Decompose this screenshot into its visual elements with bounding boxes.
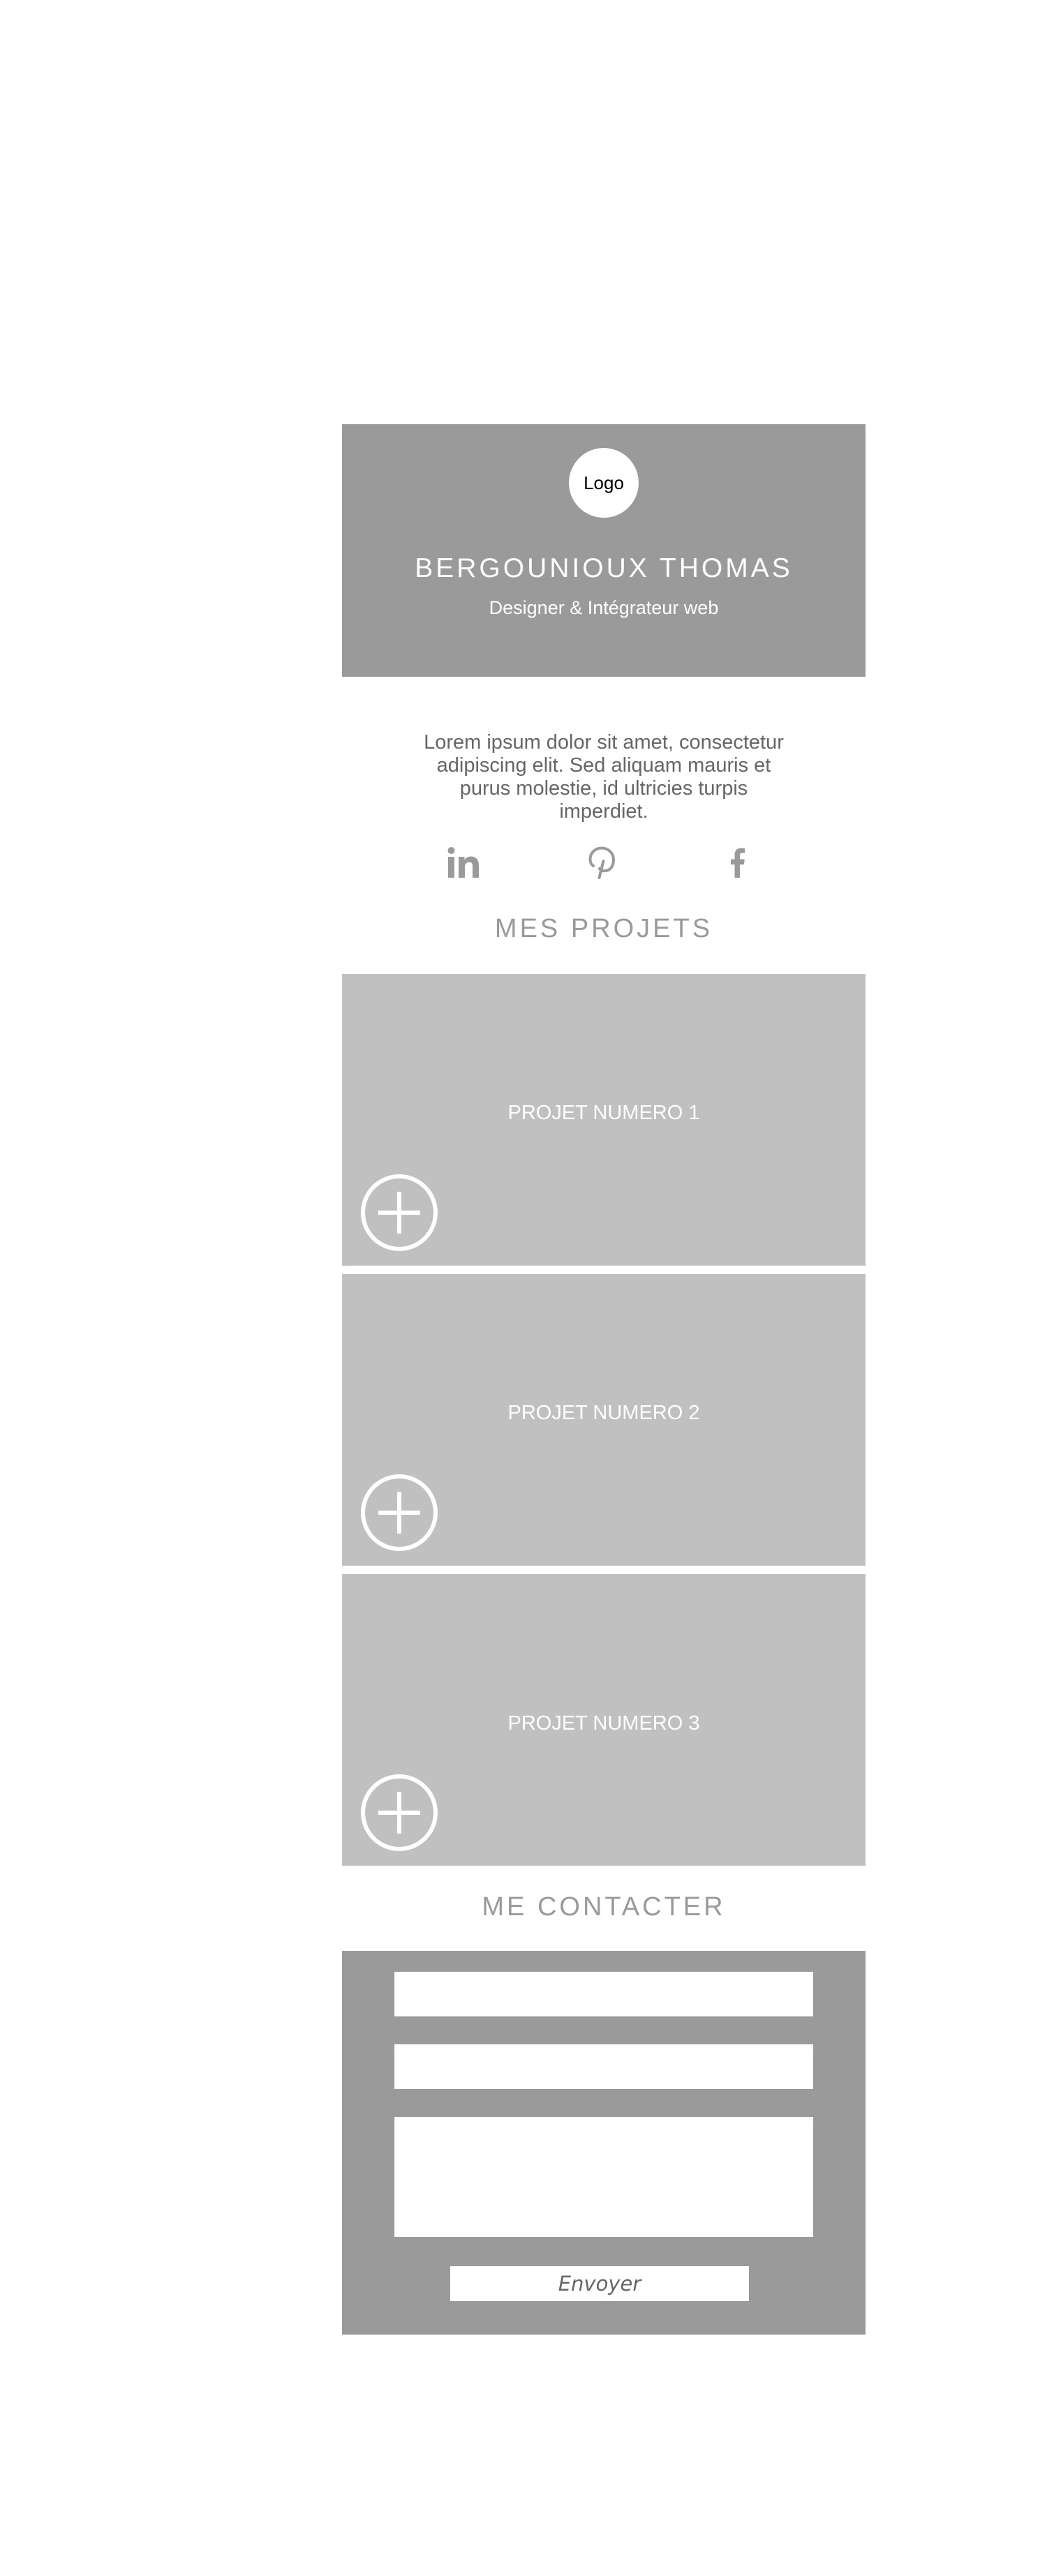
plus-circle-icon	[360, 1174, 438, 1252]
project-title: PROJET NUMERO 1	[507, 1102, 700, 1124]
linkedin-icon	[447, 846, 480, 879]
plus-circle-icon	[360, 1774, 438, 1852]
project-title: PROJET NUMERO 2	[507, 1402, 700, 1424]
email-field[interactable]	[394, 2044, 813, 2089]
intro-text: Lorem ipsum dolor sit amet, consectetur …	[424, 731, 784, 823]
logo[interactable]: Logo	[569, 448, 639, 518]
expand-project-button[interactable]	[360, 1174, 438, 1252]
send-button[interactable]: Envoyer	[450, 2266, 749, 2301]
projects-title: MES PROJETS	[494, 914, 713, 943]
project-title: PROJET NUMERO 3	[507, 1712, 700, 1735]
linkedin-link[interactable]	[447, 846, 480, 879]
facebook-link[interactable]	[721, 846, 755, 879]
profile-role: Designer & Intégrateur web	[489, 597, 719, 618]
project-card[interactable]: PROJET NUMERO 2	[342, 1274, 866, 1566]
pinterest-link[interactable]	[585, 846, 618, 879]
profile-header: Logo BERGOUNIOUX THOMAS Designer & Intég…	[342, 424, 866, 677]
logo-text: Logo	[584, 472, 624, 493]
project-card[interactable]: PROJET NUMERO 3	[342, 1574, 866, 1866]
name-field[interactable]	[394, 1972, 813, 2016]
facebook-icon	[721, 846, 755, 879]
contact-title: ME CONTACTER	[482, 1892, 726, 1922]
expand-project-button[interactable]	[360, 1474, 438, 1552]
profile-name: BERGOUNIOUX THOMAS	[415, 553, 793, 583]
project-card[interactable]: PROJET NUMERO 1	[342, 974, 866, 1266]
plus-circle-icon	[360, 1474, 438, 1552]
expand-project-button[interactable]	[360, 1774, 438, 1852]
message-field[interactable]	[394, 2117, 813, 2237]
pinterest-icon	[585, 846, 618, 879]
contact-form: Envoyer	[342, 1951, 866, 2335]
